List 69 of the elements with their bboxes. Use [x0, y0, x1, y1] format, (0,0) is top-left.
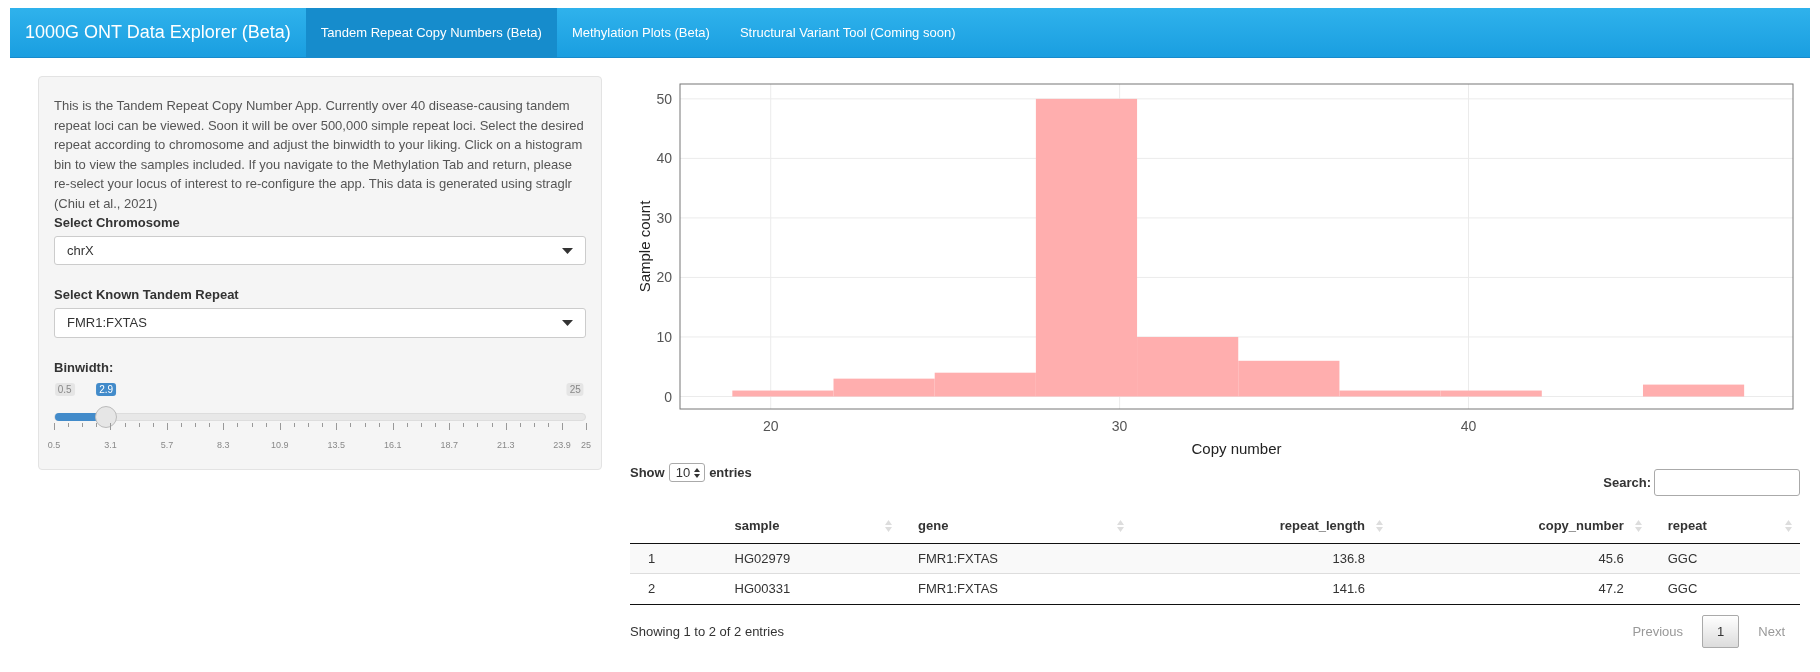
search-label: Search:	[1603, 475, 1651, 490]
table-cell: 136.8	[1132, 543, 1391, 574]
description-text: This is the Tandem Repeat Copy Number App. Currently over 40 disease-causing tandem repeat loci can be viewed. Soon it will be over 500,000 simple repeat loci. Select the desired repeat according to chromosome and adjust the binwidth to your liking. Click on a histogram bin to view the samples included. If you navigate to the Methylation Tab and return, please re-select your locus of interest to re-configure the app. This data is generated using straglr (Chiu et al., 2021)	[54, 97, 585, 213]
table-cell: FMR1:FXTAS	[900, 543, 1133, 574]
column-header[interactable]: gene	[900, 508, 1133, 544]
x-tick-label: 20	[762, 418, 779, 434]
y-tick-label: 20	[656, 269, 672, 286]
slider-tick-label: 13.5	[327, 439, 346, 450]
column-header[interactable]: copy_number	[1390, 508, 1650, 544]
column-header[interactable]: repeat_length	[1132, 508, 1391, 544]
pagination-button[interactable]: 1	[1702, 614, 1740, 648]
slider-tick-label: 23.9	[553, 439, 571, 450]
sort-icon	[1785, 519, 1792, 532]
dropdown[interactable]: chrX	[54, 236, 586, 266]
slider-tick-label: 3.1	[104, 439, 117, 450]
table-cell: HG02979	[716, 543, 901, 574]
slider-tick-label: 5.7	[160, 439, 174, 450]
y-tick-label: 30	[656, 209, 672, 226]
length-label: entries	[709, 465, 752, 480]
dropdown[interactable]: FMR1:FXTAS	[54, 308, 586, 338]
histogram-bar[interactable]	[1440, 390, 1542, 397]
field-label: Binwidth:	[54, 359, 115, 375]
column-header[interactable]: sample	[716, 508, 901, 544]
slider-handle[interactable]	[95, 405, 118, 428]
field-label: Select Chromosome	[54, 215, 181, 230]
slider-tick-label: 8.3	[217, 439, 230, 450]
y-axis-title: Sample count	[636, 200, 653, 293]
caret-icon	[562, 319, 573, 326]
sort-icon	[885, 519, 893, 532]
x-tick-label: 30	[1111, 418, 1128, 434]
slider-tick-label: 10.9	[271, 439, 289, 450]
histogram-bar[interactable]	[1035, 98, 1138, 397]
slider-max-label: 25	[566, 382, 584, 396]
length-label: Show	[630, 465, 665, 480]
column-header[interactable]: repeat	[1649, 508, 1800, 544]
caret-icon	[562, 247, 573, 254]
y-tick-label: 50	[656, 90, 672, 107]
y-tick-label: 10	[656, 329, 672, 345]
app-title: 1000G ONT Data Explorer (Beta)	[24, 21, 292, 44]
histogram-bar[interactable]	[934, 372, 1036, 397]
x-tick-label: 40	[1460, 418, 1477, 434]
sort-icon	[1634, 519, 1642, 532]
slider-value-label: 2.9	[96, 382, 117, 396]
sort-icon	[1375, 519, 1383, 532]
histogram-bar[interactable]	[1642, 384, 1745, 397]
slider-tick-label: 18.7	[440, 439, 458, 450]
y-tick-label: 40	[656, 150, 672, 167]
table-cell: GGC	[1649, 543, 1800, 574]
field-label: Select Known Tandem Repeat	[54, 287, 240, 303]
slider-tick-label: 25	[581, 439, 591, 450]
nav-tab[interactable]: Tandem Repeat Copy Numbers (Beta)	[305, 8, 557, 57]
page-length-select[interactable]: 10	[668, 463, 706, 482]
histogram-bar[interactable]	[1238, 360, 1340, 397]
table-info: Showing 1 to 2 of 2 entries	[630, 623, 784, 639]
slider-tick-label: 21.3	[496, 439, 515, 450]
slider-tick-label: 0.5	[47, 439, 61, 450]
search-field[interactable]	[1654, 469, 1800, 496]
histogram-bar[interactable]	[833, 378, 935, 397]
table-cell: 45.6	[1390, 543, 1650, 574]
histogram-bar[interactable]	[732, 390, 834, 397]
table-cell: 1	[630, 543, 717, 574]
histogram-bar[interactable]	[1339, 390, 1441, 397]
sort-icon	[1117, 519, 1125, 532]
slider-min-label: 0.5	[54, 382, 75, 396]
x-axis-title: Copy number	[1191, 440, 1282, 457]
y-tick-label: 0	[664, 388, 672, 405]
histogram-bar[interactable]	[1137, 337, 1239, 397]
spinner-icon	[694, 467, 701, 478]
slider-tick-label: 16.1	[383, 439, 402, 450]
